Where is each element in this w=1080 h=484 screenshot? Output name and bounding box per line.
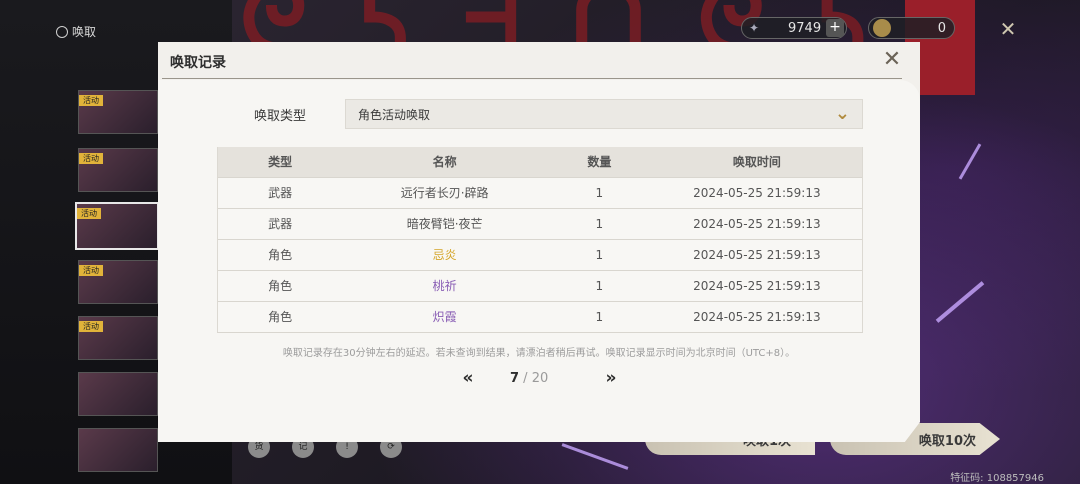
column-header: 数量	[546, 147, 652, 177]
cell-time: 2024-05-25 21:59:13	[651, 300, 863, 333]
tide-counter: 0	[868, 17, 955, 39]
type-dropdown-value: 角色活动唤取	[358, 107, 431, 122]
lustrous-tide-icon	[873, 19, 891, 37]
cell-qty: 1	[546, 176, 652, 208]
column-header: 类型	[217, 147, 343, 177]
cell-name: 桃祈	[342, 269, 547, 301]
next-page-button[interactable]: »	[600, 369, 622, 389]
dialog-title: 唤取记录	[170, 55, 226, 71]
astrite-counter: ✦ 9749 +	[741, 17, 847, 39]
close-screen-icon[interactable]: ✕	[996, 17, 1020, 41]
cell-qty: 1	[546, 238, 652, 270]
banner-tab[interactable]: 活动	[78, 90, 158, 134]
divider	[162, 78, 902, 79]
type-label: 唤取类型	[254, 109, 307, 124]
page-separator: /	[519, 371, 532, 386]
cell-name: 炽霞	[342, 300, 547, 333]
type-dropdown[interactable]: 角色活动唤取 ⌄	[345, 99, 863, 129]
cell-name: 暗夜臂铠·夜芒	[342, 207, 547, 239]
column-header: 名称	[342, 147, 547, 177]
cell-qty: 1	[546, 207, 652, 239]
cell-name: 远行者长刃·辟路	[342, 176, 547, 208]
banner-tab[interactable]	[78, 372, 158, 416]
banner-tab[interactable]	[78, 428, 158, 472]
gacha-record-dialog: 唤取记录 ✕ 唤取类型 角色活动唤取 ⌄ 类型 名称 数量 唤取时间 武器 远行…	[158, 42, 920, 442]
current-page: 7	[510, 371, 520, 386]
cell-name: 忌炎	[342, 238, 547, 270]
close-icon[interactable]: ✕	[880, 48, 904, 72]
gacha-title: 唤取	[72, 25, 97, 39]
pagination: « 7 / 20 »	[158, 369, 920, 389]
table-row: 角色 炽霞 1 2024-05-25 21:59:13	[217, 300, 863, 333]
feature-code: 特征码: 108857946	[950, 473, 1044, 484]
add-astrite-button[interactable]: +	[826, 19, 844, 37]
banner-tab[interactable]: 活动	[78, 316, 158, 360]
cell-type: 武器	[217, 207, 343, 239]
banner-tag: 活动	[79, 153, 103, 164]
table-row: 角色 忌炎 1 2024-05-25 21:59:13	[217, 238, 863, 270]
dialog-body: 唤取类型 角色活动唤取 ⌄ 类型 名称 数量 唤取时间 武器 远行者长刃·辟路 …	[158, 80, 920, 442]
column-header: 唤取时间	[651, 147, 863, 177]
table-row: 武器 暗夜臂铠·夜芒 1 2024-05-25 21:59:13	[217, 207, 863, 239]
cell-type: 武器	[217, 176, 343, 208]
cell-time: 2024-05-25 21:59:13	[651, 207, 863, 239]
banner-tag: 活动	[79, 95, 103, 106]
banner-tag: 活动	[79, 265, 103, 276]
chevron-down-icon: ⌄	[834, 103, 850, 124]
table-header-row: 类型 名称 数量 唤取时间	[217, 147, 863, 177]
banner-tab[interactable]: 活动	[78, 260, 158, 304]
gacha-header: 唤取	[53, 23, 97, 40]
pull-ten-label: 唤取10次	[918, 433, 976, 449]
cell-qty: 1	[546, 300, 652, 333]
banner-tag: 活动	[79, 321, 103, 332]
banner-tab-selected[interactable]: 活动	[75, 202, 159, 250]
tide-value: 0	[937, 20, 946, 36]
table-row: 角色 桃祈 1 2024-05-25 21:59:13	[217, 269, 863, 301]
gacha-icon	[53, 23, 71, 40]
page-indicator: 7 / 20	[510, 371, 548, 386]
cell-time: 2024-05-25 21:59:13	[651, 176, 863, 208]
delay-note: 唤取记录存在30分钟左右的延迟。若未查询到结果，请漂泊者稍后再试。唤取记录显示时…	[282, 348, 796, 359]
astrite-value: 9749	[788, 20, 822, 36]
cell-type: 角色	[217, 300, 343, 333]
banner-tag: 活动	[77, 208, 101, 219]
astrite-icon: ✦	[748, 21, 760, 35]
table-row: 武器 远行者长刃·辟路 1 2024-05-25 21:59:13	[217, 176, 863, 208]
cell-type: 角色	[217, 238, 343, 270]
cell-qty: 1	[546, 269, 652, 301]
prev-page-button[interactable]: «	[457, 369, 479, 389]
total-pages: 20	[531, 371, 549, 386]
banner-tab[interactable]: 活动	[78, 148, 158, 192]
cell-time: 2024-05-25 21:59:13	[651, 269, 863, 301]
cell-time: 2024-05-25 21:59:13	[651, 238, 863, 270]
record-table: 类型 名称 数量 唤取时间 武器 远行者长刃·辟路 1 2024-05-25 2…	[217, 147, 863, 333]
cell-type: 角色	[217, 269, 343, 301]
